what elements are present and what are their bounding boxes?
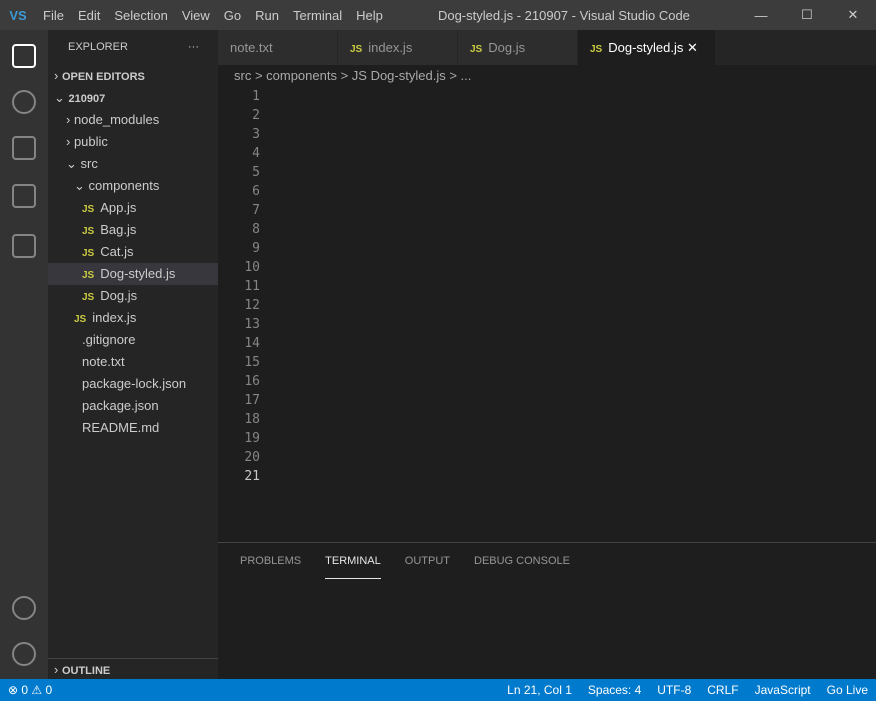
tab-terminal[interactable]: TERMINAL: [325, 543, 381, 579]
language-mode[interactable]: JavaScript: [747, 683, 819, 697]
breadcrumb[interactable]: src > components > JS Dog-styled.js > ..…: [218, 65, 876, 87]
tree-package[interactable]: package.json: [48, 395, 218, 417]
js-file-icon: JS: [350, 44, 363, 55]
menu-file[interactable]: File: [36, 8, 71, 23]
line-number: 15: [244, 355, 260, 370]
activity-bar: [0, 30, 48, 679]
line-number: 4: [252, 146, 260, 161]
run-debug-icon[interactable]: [12, 184, 36, 208]
search-icon[interactable]: [12, 90, 36, 114]
open-editors-section[interactable]: › OPEN EDITORS: [48, 65, 218, 87]
tree-node-modules[interactable]: › node_modules: [48, 109, 218, 131]
line-number: 7: [252, 203, 260, 218]
line-number: 18: [244, 412, 260, 427]
maximize-button[interactable]: ☐: [784, 7, 830, 23]
editor-tabs: note.txt JS index.js JS Dog.js JS Dog-style…: [218, 30, 876, 65]
title-bar: VS File Edit Selection View Go Run Termi…: [0, 0, 876, 30]
menu-help[interactable]: Help: [349, 8, 390, 23]
tab-debug-console[interactable]: DEBUG CONSOLE: [474, 543, 570, 579]
tree-app[interactable]: JS App.js: [48, 197, 218, 219]
menu-run[interactable]: Run: [248, 8, 286, 23]
outline-section[interactable]: › OUTLINE: [48, 658, 218, 680]
js-file-icon: JS: [82, 292, 95, 303]
menu-go[interactable]: Go: [217, 8, 248, 23]
js-file-icon: JS: [82, 270, 95, 281]
line-number: 19: [244, 431, 260, 446]
tree-bag[interactable]: JS Bag.js: [48, 219, 218, 241]
tab-index[interactable]: JS index.js: [338, 30, 458, 65]
tab-dog[interactable]: JS Dog.js: [458, 30, 578, 65]
line-number: 13: [244, 317, 260, 332]
cursor-position[interactable]: Ln 21, Col 1: [499, 683, 580, 697]
line-number: 6: [252, 184, 260, 199]
explorer-icon[interactable]: [12, 44, 36, 68]
tab-problems[interactable]: PROBLEMS: [240, 543, 301, 579]
js-file-icon: JS: [74, 314, 87, 325]
tab-dog-styled[interactable]: JS Dog-styled.js ✕: [578, 30, 716, 65]
minimize-button[interactable]: —: [738, 8, 784, 23]
line-number: 21: [244, 469, 260, 484]
close-window-button[interactable]: ✕: [830, 7, 876, 23]
line-number: 17: [244, 393, 260, 408]
tree-dog[interactable]: JS Dog.js: [48, 285, 218, 307]
js-file-icon: JS: [82, 226, 95, 237]
js-file-icon: JS: [590, 44, 603, 55]
menu-edit[interactable]: Edit: [71, 8, 107, 23]
line-number: 3: [252, 127, 260, 142]
line-number: 16: [244, 374, 260, 389]
code-editor[interactable]: 1 2 3 4 5 6 7 8 9 10 11 12 13 14 15 16 1…: [218, 87, 788, 542]
tree-src[interactable]: ⌄ src: [48, 153, 218, 175]
source-control-icon[interactable]: [12, 136, 36, 160]
go-live-button[interactable]: Go Live: [819, 683, 876, 697]
tab-output[interactable]: OUTPUT: [405, 543, 450, 579]
vscode-logo-icon: VS: [9, 7, 27, 23]
tree-cat[interactable]: JS Cat.js: [48, 241, 218, 263]
tree-public[interactable]: › public: [48, 131, 218, 153]
line-number: 11: [244, 279, 260, 294]
folder-210907[interactable]: ⌄ 210907: [48, 87, 218, 109]
explorer-sidebar: EXPLORER ··· › OPEN EDITORS ⌄ 210907 › n…: [48, 30, 218, 679]
explorer-more-button[interactable]: ···: [188, 30, 199, 65]
status-bar: ⊗ 0 ⚠ 0 Ln 21, Col 1 Spaces: 4 UTF-8 CRL…: [0, 679, 876, 701]
encoding-status[interactable]: UTF-8: [649, 683, 699, 697]
tree-dog-styled[interactable]: JS Dog-styled.js: [48, 263, 218, 285]
tree-package-lock[interactable]: package-lock.json: [48, 373, 218, 395]
explorer-header: EXPLORER ···: [48, 30, 218, 65]
problems-status[interactable]: ⊗ 0 ⚠ 0: [0, 683, 60, 697]
line-number: 14: [244, 336, 260, 351]
line-number: 9: [252, 241, 260, 256]
window-title: Dog-styled.js - 210907 - Visual Studio C…: [437, 7, 690, 23]
line-number: 20: [244, 450, 260, 465]
extensions-icon[interactable]: [12, 234, 36, 258]
account-icon[interactable]: [12, 596, 36, 620]
line-number: 10: [244, 260, 260, 275]
line-number: 12: [244, 298, 260, 313]
eol-status[interactable]: CRLF: [699, 683, 746, 697]
line-number: 2: [252, 108, 260, 123]
js-file-icon: JS: [470, 44, 483, 55]
line-number: 1: [252, 89, 260, 104]
tab-note[interactable]: note.txt: [218, 30, 338, 65]
tree-components[interactable]: ⌄ components: [48, 175, 218, 197]
tree-index[interactable]: JS index.js: [48, 307, 218, 329]
menu-view[interactable]: View: [175, 8, 217, 23]
settings-gear-icon[interactable]: [12, 642, 36, 666]
tree-readme[interactable]: README.md: [48, 417, 218, 439]
indentation-status[interactable]: Spaces: 4: [580, 683, 649, 697]
line-number: 8: [252, 222, 260, 237]
menu-terminal[interactable]: Terminal: [286, 8, 349, 23]
js-file-icon: JS: [82, 248, 95, 259]
tree-gitignore[interactable]: .gitignore: [48, 329, 218, 351]
tree-note[interactable]: note.txt: [48, 351, 218, 373]
menu-selection[interactable]: Selection: [107, 8, 174, 23]
bottom-panel: PROBLEMS TERMINAL OUTPUT DEBUG CONSOLE: [218, 542, 876, 679]
close-tab-icon[interactable]: ✕: [687, 40, 698, 55]
js-file-icon: JS: [82, 204, 95, 215]
line-number: 5: [252, 165, 260, 180]
